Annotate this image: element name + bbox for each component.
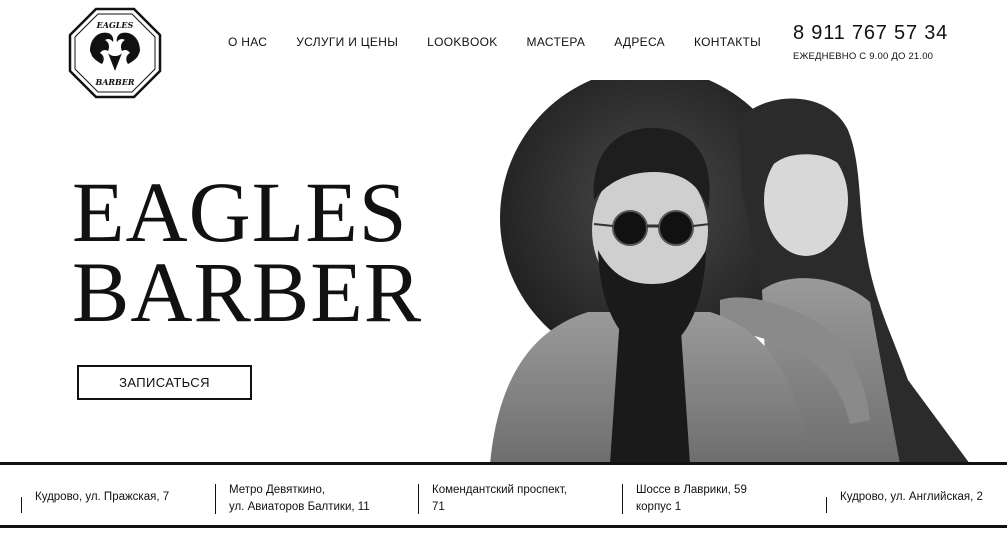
address-item[interactable]: Кудрово, ул. Английская, 2 [826,489,983,513]
address-item[interactable]: Шоссе в Лаврики, 59 корпус 1 [622,482,747,516]
working-hours: ЕЖЕДНЕВНО С 9.00 ДО 21.00 [793,51,934,62]
address-line: корпус 1 [636,501,682,513]
nav-item-masters[interactable]: МАСТЕРА [527,35,586,49]
book-button[interactable]: ЗАПИСАТЬСЯ [77,365,252,400]
address-line: Кудрово, ул. Английская, 2 [840,491,983,503]
address-line: Кудрово, ул. Пражская, 7 [35,491,170,503]
phone-link[interactable]: 8 911 767 57 34 [793,22,948,45]
address-line: 71 [432,501,445,513]
site-logo[interactable]: EAGLES BARBER [68,7,162,99]
address-item[interactable]: Метро Девяткино, ул. Авиаторов Балтики, … [215,482,370,516]
svg-text:BARBER: BARBER [94,77,134,87]
address-line: Шоссе в Лаврики, 59 [636,484,747,496]
address-item[interactable]: Кудрово, ул. Пражская, 7 [21,489,170,513]
address-line: Комендантский проспект, [432,484,567,496]
hero-title: EAGLES BARBER [72,164,423,340]
svg-text:EAGLES: EAGLES [96,20,134,30]
eagle-logo-icon: EAGLES BARBER [68,7,162,99]
main-nav: О НАС УСЛУГИ И ЦЕНЫ LOOKBOOK МАСТЕРА АДР… [228,35,761,49]
nav-item-lookbook[interactable]: LOOKBOOK [427,35,497,49]
nav-item-about[interactable]: О НАС [228,35,267,49]
contact-block: 8 911 767 57 34 ЕЖЕДНЕВНО С 9.00 ДО 21.0… [793,22,948,62]
hero-title-line1: EAGLES [72,164,408,260]
hero-title-line2: BARBER [72,244,423,340]
hero-photo [470,80,990,464]
nav-item-addresses[interactable]: АДРЕСА [614,35,665,49]
addresses-bar: Кудрово, ул. Пражская, 7 Метро Девяткино… [0,462,1007,528]
nav-item-contacts[interactable]: КОНТАКТЫ [694,35,761,49]
address-line: ул. Авиаторов Балтики, 11 [229,501,370,513]
nav-item-services[interactable]: УСЛУГИ И ЦЕНЫ [296,35,398,49]
address-line: Метро Девяткино, [229,484,326,496]
address-item[interactable]: Комендантский проспект, 71 [418,482,567,516]
